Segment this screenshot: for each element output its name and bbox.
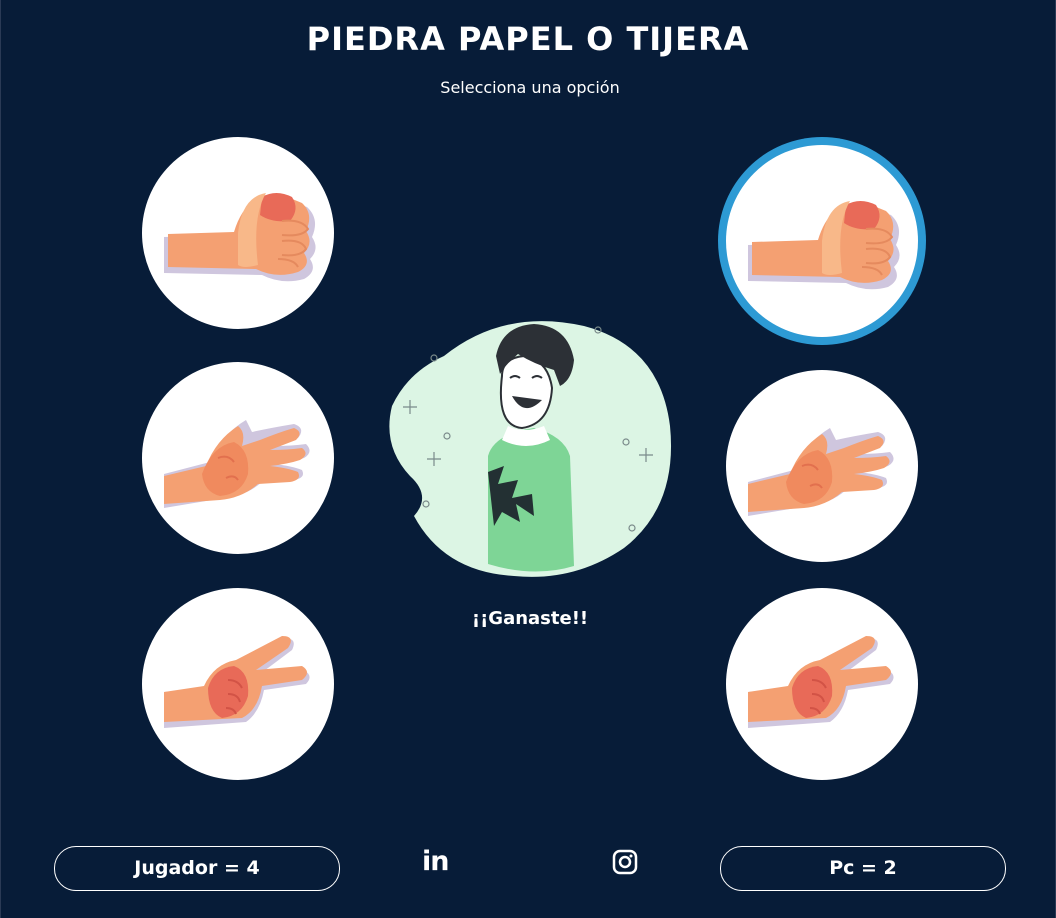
open-hand-icon	[748, 428, 894, 516]
fist-hand-icon	[748, 201, 900, 290]
pc-choice-piedra	[726, 145, 918, 337]
instagram-glyph	[612, 849, 638, 875]
pc-choice-papel	[726, 370, 918, 562]
player-choice-papel[interactable]	[142, 362, 334, 554]
linkedin-label: in	[422, 846, 450, 877]
scissors-hand-icon	[748, 636, 894, 728]
result-message: ¡¡Ganaste!!	[471, 608, 589, 629]
page-subtitle: Selecciona una opción	[440, 78, 620, 97]
player-choice-tijera[interactable]	[142, 588, 334, 780]
player-score: Jugador = 4	[54, 846, 340, 891]
scissors-hand-icon	[164, 636, 310, 728]
pc-choice-tijera	[726, 588, 918, 780]
fist-hand-icon	[164, 193, 316, 282]
instagram-icon[interactable]	[612, 846, 642, 878]
laughing-man-illustration	[389, 321, 672, 577]
open-hand-icon	[164, 420, 310, 508]
linkedin-icon[interactable]: in	[422, 846, 452, 878]
page-title: PIEDRA PAPEL O TIJERA	[306, 20, 750, 58]
player-choice-piedra[interactable]	[142, 137, 334, 329]
pc-score: Pc = 2	[720, 846, 1006, 891]
